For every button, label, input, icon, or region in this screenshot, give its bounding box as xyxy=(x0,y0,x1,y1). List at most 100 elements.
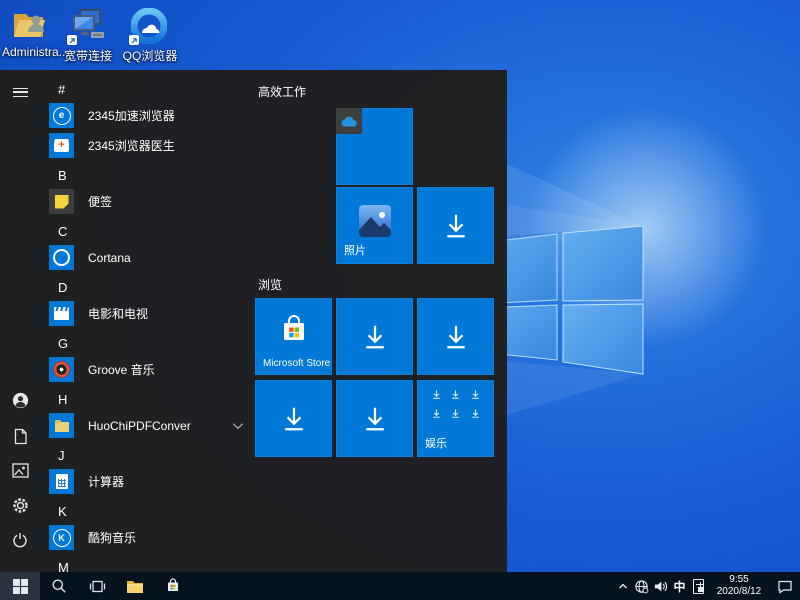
ime-mode-button[interactable] xyxy=(689,572,708,600)
tile-group-title[interactable]: 高效工作 xyxy=(258,83,306,100)
app-list-item[interactable]: 便签 xyxy=(49,189,254,214)
app-list-header[interactable]: B xyxy=(58,169,254,181)
search-button[interactable] xyxy=(40,572,78,600)
movies-tv-icon xyxy=(49,301,74,326)
app-list-header[interactable]: H xyxy=(58,393,254,405)
app-list-item-label: 酷狗音乐 xyxy=(88,529,136,546)
start-menu-nav-rail xyxy=(0,70,40,572)
download-arrow-icon xyxy=(360,322,390,352)
search-icon xyxy=(51,578,67,594)
chevron-down-icon[interactable] xyxy=(233,419,243,429)
user-folder-icon xyxy=(11,6,49,42)
app-list-header-label: C xyxy=(58,224,67,239)
app-list-item-label: 2345加速浏览器 xyxy=(88,107,175,124)
start-menu: #2345加速浏览器 2345浏览器医生 B 便签 C Cortana D 电影和电视 G Gro… xyxy=(0,70,507,572)
start-button[interactable] xyxy=(0,572,40,600)
tile-microsoft-store[interactable]: Microsoft Store xyxy=(255,298,332,375)
download-arrow-icon xyxy=(279,404,309,434)
taskbar: 中 9:55 2020/8/12 xyxy=(0,572,800,600)
system-tray: 中 9:55 2020/8/12 xyxy=(613,572,800,600)
sticky-note-icon xyxy=(49,189,74,214)
tile-group-title[interactable]: 浏览 xyxy=(258,276,282,293)
action-center-button[interactable] xyxy=(770,572,800,600)
tile-download[interactable] xyxy=(255,380,332,457)
tile-label: Microsoft Store xyxy=(263,358,330,369)
app-list-item-label: HuoChiPDFConver xyxy=(88,419,191,433)
desktop-icon-administrator[interactable]: Administra... xyxy=(2,6,58,59)
task-view-button[interactable] xyxy=(78,572,116,600)
windows-logo-icon xyxy=(13,579,28,594)
shortcut-arrow-icon xyxy=(67,35,77,45)
photos-icon xyxy=(358,204,392,238)
browser-2345-icon xyxy=(49,103,74,128)
desktop-icon-label: Administra... xyxy=(2,45,58,59)
speaker-icon xyxy=(653,579,668,594)
file-explorer-button[interactable] xyxy=(116,572,154,600)
doctor-2345-icon xyxy=(49,133,74,158)
app-list-item-label: 电影和电视 xyxy=(88,305,148,322)
notification-bubble-icon xyxy=(777,579,793,594)
hidden-icons-button[interactable] xyxy=(613,572,632,600)
globe-icon xyxy=(634,579,649,594)
tile-download[interactable] xyxy=(336,298,413,375)
app-list-header-label: M xyxy=(58,560,69,573)
pictures-button[interactable] xyxy=(0,454,40,486)
clock-time: 9:55 xyxy=(708,574,770,586)
microsoft-store-icon xyxy=(278,314,310,346)
task-view-icon xyxy=(89,579,106,594)
app-list-header[interactable]: C xyxy=(58,225,254,237)
tile-download[interactable] xyxy=(417,187,494,264)
app-list-header-label: B xyxy=(58,168,67,183)
tile-photos[interactable]: 照片 xyxy=(336,187,413,264)
network-button[interactable] xyxy=(632,572,651,600)
app-list-item-label: Cortana xyxy=(88,251,131,265)
download-arrow-icon xyxy=(441,322,471,352)
app-list-header[interactable]: K xyxy=(58,505,254,517)
user-account-button[interactable] xyxy=(0,384,40,416)
app-list-item[interactable]: Groove 音乐 xyxy=(49,357,254,382)
tile-folder-entertainment[interactable]: 娱乐 xyxy=(417,380,494,457)
app-list-header[interactable]: D xyxy=(58,281,254,293)
app-list-header[interactable]: J xyxy=(58,449,254,461)
ime-language-button[interactable]: 中 xyxy=(670,572,689,600)
cortana-icon xyxy=(49,245,74,270)
app-list-item[interactable]: 电影和电视 xyxy=(49,301,254,326)
volume-button[interactable] xyxy=(651,572,670,600)
hamburger-menu-button[interactable] xyxy=(0,76,40,108)
onedrive-cloud-icon xyxy=(336,108,362,134)
power-button[interactable] xyxy=(0,524,40,556)
app-list-header-label: H xyxy=(58,392,67,407)
app-list-item[interactable]: 2345加速浏览器 xyxy=(49,103,254,128)
app-list-item[interactable]: Cortana xyxy=(49,245,254,270)
app-list-item[interactable]: 计算器 xyxy=(49,469,254,494)
app-list-header[interactable]: M xyxy=(58,561,254,572)
app-list-item[interactable]: 酷狗音乐 xyxy=(49,525,254,550)
download-arrow-icon xyxy=(360,404,390,434)
tile-download[interactable] xyxy=(417,298,494,375)
app-list-item-label: Groove 音乐 xyxy=(88,361,155,378)
settings-button[interactable] xyxy=(0,489,40,521)
tile-download[interactable] xyxy=(336,380,413,457)
microsoft-store-icon xyxy=(165,578,181,594)
download-arrow-icon xyxy=(441,211,471,241)
calculator-icon xyxy=(49,469,74,494)
app-list-item[interactable]: HuoChiPDFConver xyxy=(49,413,254,438)
app-list: #2345加速浏览器 2345浏览器医生 B 便签 C Cortana D 电影和电视 G Gro… xyxy=(40,70,254,572)
taskbar-clock[interactable]: 9:55 2020/8/12 xyxy=(708,572,770,600)
tile-onedrive[interactable] xyxy=(336,108,413,185)
desktop-icon-label: 宽带连接 xyxy=(60,47,116,64)
pdf-folder-icon xyxy=(49,413,74,438)
app-list-item-label: 2345浏览器医生 xyxy=(88,137,175,154)
app-list-header-label: J xyxy=(58,448,65,463)
app-list-header-label: K xyxy=(58,504,67,519)
store-taskbar-button[interactable] xyxy=(154,572,192,600)
desktop-icon-qq-browser[interactable]: QQ浏览器 xyxy=(122,8,178,64)
documents-button[interactable] xyxy=(0,420,40,452)
app-list-header[interactable]: # xyxy=(58,83,254,95)
app-list-item-label: 便签 xyxy=(88,193,112,210)
desktop-icon-broadband[interactable]: 宽带连接 xyxy=(60,8,116,64)
shortcut-arrow-icon xyxy=(129,35,139,45)
app-list-item[interactable]: 2345浏览器医生 xyxy=(49,133,254,158)
app-list-item-label: 计算器 xyxy=(88,473,124,490)
app-list-header[interactable]: G xyxy=(58,337,254,349)
